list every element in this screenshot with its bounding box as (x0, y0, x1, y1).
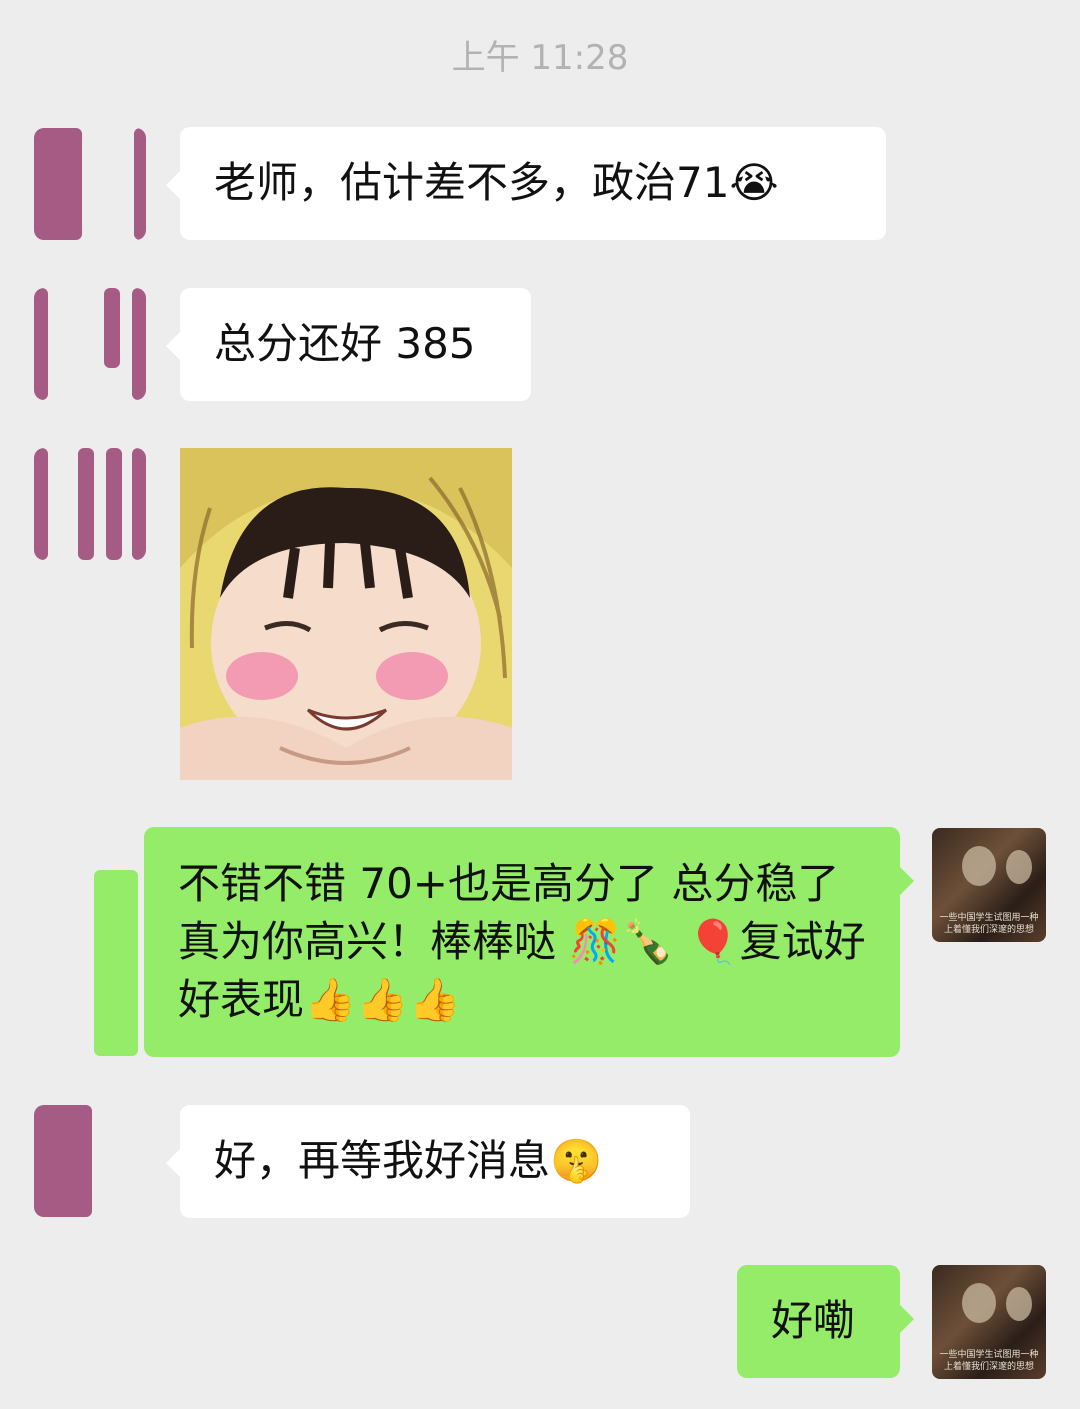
chat-timestamp: 上午 11:28 (451, 38, 629, 78)
avatar-caption: 一些中国学生试图用一种上着懂我们深邃的思想 (939, 1350, 1039, 1372)
message-text: 不错不错 70+也是高分了 总分稳了 真为你高兴！棒棒哒 🎊🍾 🎈复试好好表现👍… (178, 859, 866, 1024)
contact-avatar[interactable] (34, 128, 146, 240)
message-text: 好嘞 (771, 1296, 856, 1345)
message-bubble-5[interactable]: 好，再等我好消息🤫 (166, 1105, 690, 1218)
message-bubble-4[interactable]: 不错不错 70+也是高分了 总分稳了 真为你高兴！棒棒哒 🎊🍾 🎈复试好好表现👍… (144, 827, 914, 1057)
message-text: 好，再等我好消息🤫 (214, 1136, 603, 1185)
contact-avatar[interactable] (34, 1105, 146, 1217)
my-avatar[interactable]: 一些中国学生试图用一种上着懂我们深邃的思想 (932, 828, 1046, 942)
contact-avatar[interactable] (34, 448, 146, 560)
bubble-shadow-sliver (94, 870, 138, 1056)
avatar-caption: 一些中国学生试图用一种上着懂我们深邃的思想 (939, 913, 1039, 935)
contact-avatar[interactable] (34, 288, 146, 400)
message-text: 老师，估计差不多，政治71😭 (214, 158, 779, 207)
message-text: 总分还好 385 (214, 319, 476, 368)
message-bubble-6[interactable]: 好嘞 (737, 1265, 914, 1378)
message-bubble-2[interactable]: 总分还好 385 (166, 288, 531, 401)
baby-blush-sticker[interactable] (180, 448, 512, 780)
message-bubble-1[interactable]: 老师，估计差不多，政治71😭 (166, 127, 886, 240)
my-avatar[interactable]: 一些中国学生试图用一种上着懂我们深邃的思想 (932, 1265, 1046, 1379)
